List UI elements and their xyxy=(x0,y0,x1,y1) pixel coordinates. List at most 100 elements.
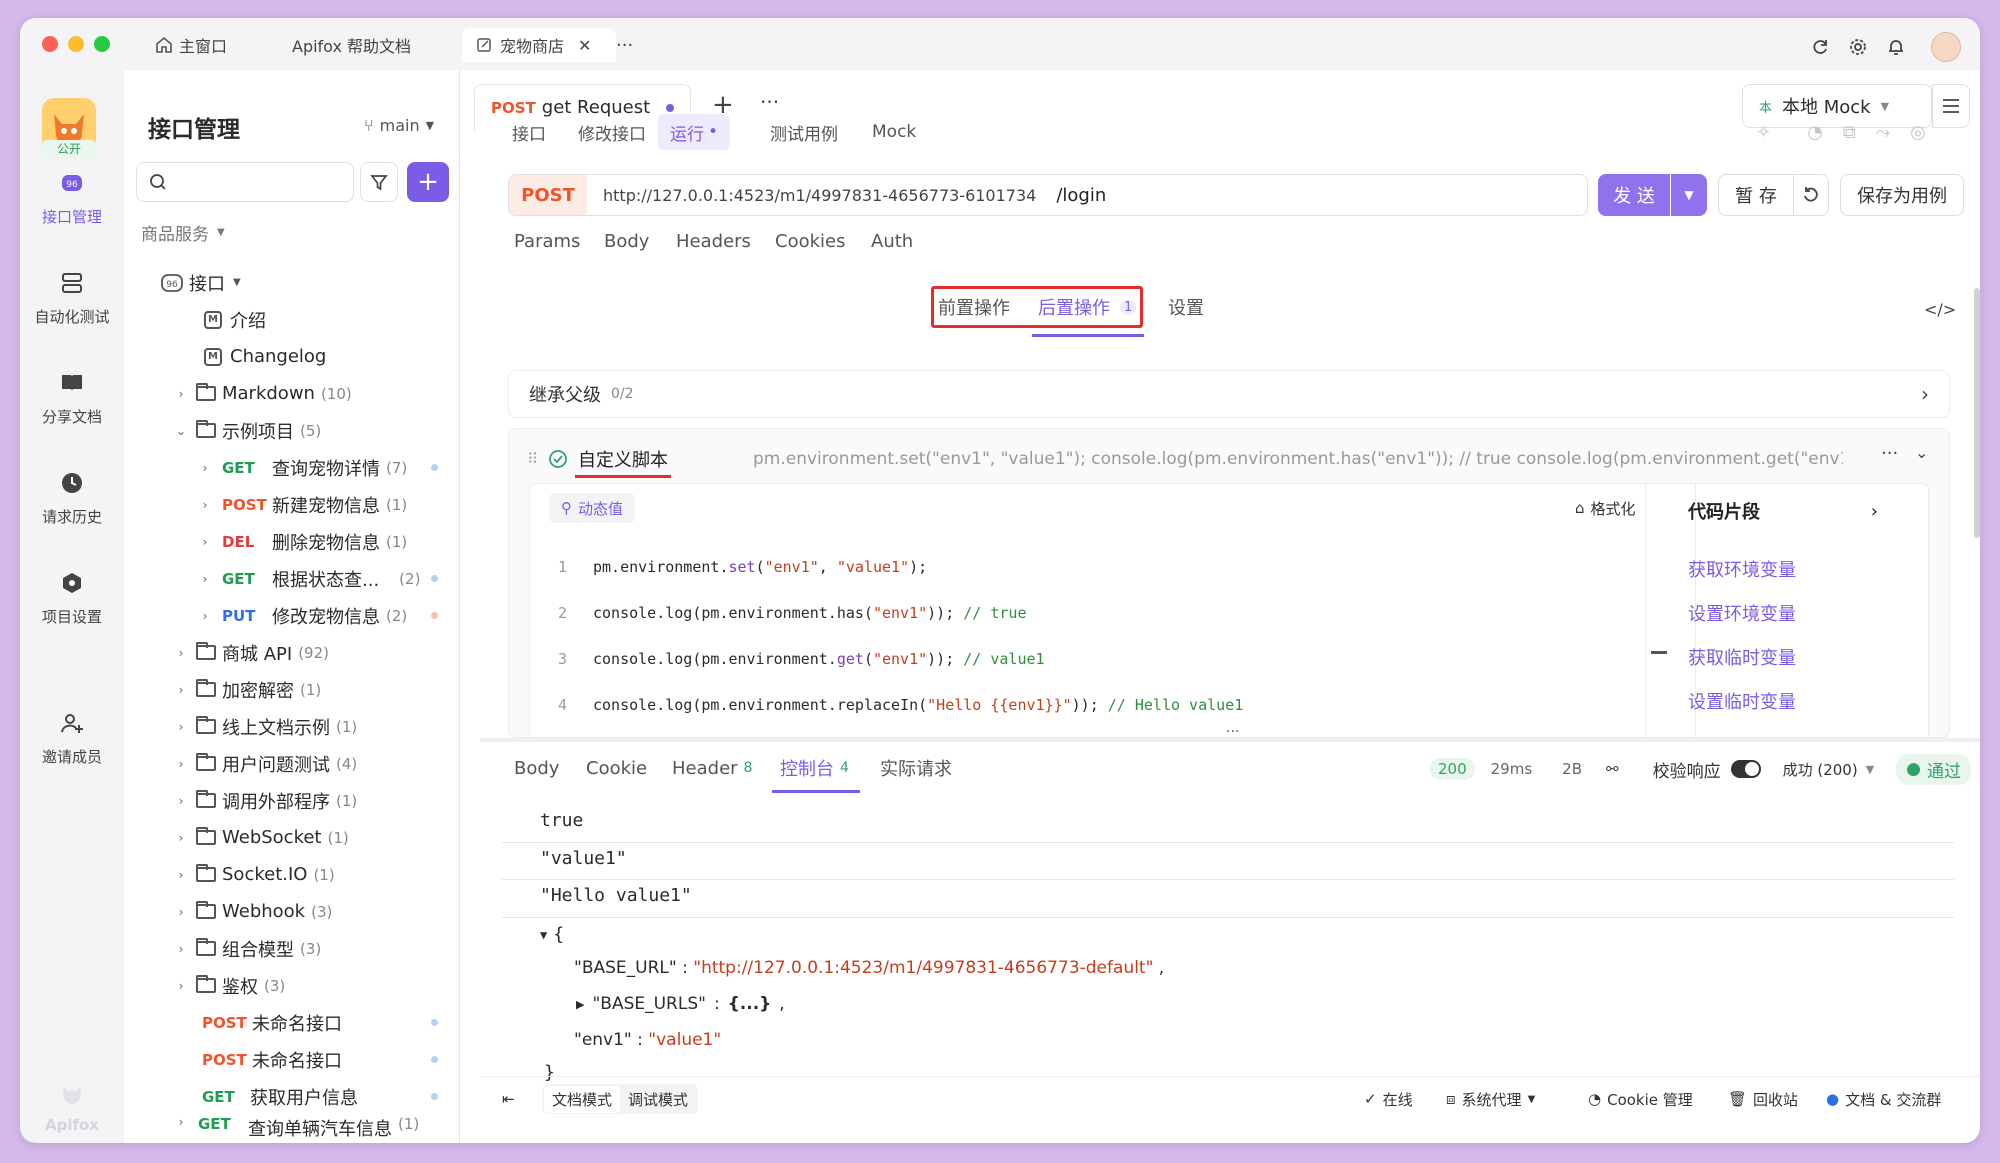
code-lines[interactable]: 1 pm.environment.set("env1", "value1"); 2… xyxy=(527,533,1243,737)
tab-mock[interactable]: Mock xyxy=(860,114,928,150)
more-tabs-button[interactable]: ··· xyxy=(616,28,633,62)
method-select[interactable]: POST xyxy=(509,175,587,215)
nav-project-settings[interactable]: 项目设置 xyxy=(20,570,124,627)
community-button[interactable]: ● 文档 & 交流群 xyxy=(1826,1084,1941,1114)
tree-root[interactable]: 96 接口 ▼ xyxy=(124,264,460,301)
save-as-case-button[interactable]: 保存为用例 xyxy=(1840,174,1964,216)
tree-folder-example[interactable]: ⌄ 示例项目 (5) xyxy=(124,412,460,449)
snippet-get-env[interactable]: 获取环境变量 xyxy=(1688,556,1796,582)
menu-button[interactable] xyxy=(1932,84,1970,128)
tree-endpoint[interactable]: › GET 查询宠物详情 (7) xyxy=(124,449,460,486)
tab-run[interactable]: 运行 • xyxy=(658,114,731,150)
nav-api-management[interactable]: 96 接口管理 xyxy=(20,170,124,227)
proxy-selector[interactable]: ⧈ 系统代理 ▼ xyxy=(1446,1084,1535,1114)
url-path-input[interactable]: /login xyxy=(1056,185,1106,206)
add-button[interactable]: + xyxy=(407,162,449,202)
tab-headers[interactable]: Headers xyxy=(676,220,751,262)
service-group[interactable]: 商品服务 ▼ xyxy=(141,220,225,245)
branch-selector[interactable]: ⑂ main ▼ xyxy=(364,116,434,135)
console-object[interactable]: ▼{ xyxy=(540,924,564,945)
tab-more-button[interactable]: ··· xyxy=(760,90,779,114)
send-dropdown-button[interactable]: ▼ xyxy=(1671,174,1707,216)
resp-tab-cookie[interactable]: Cookie xyxy=(586,748,647,788)
magic-icon[interactable]: ✧ xyxy=(1756,122,1771,143)
tree-folder[interactable]: › WebSocket (1) xyxy=(124,819,460,856)
save-button[interactable]: 暂 存 xyxy=(1718,174,1794,216)
tree-folder[interactable]: › 调用外部程序 (1) xyxy=(124,782,460,819)
bell-icon[interactable] xyxy=(1883,34,1909,60)
tab-body[interactable]: Body xyxy=(604,220,649,262)
tree-endpoint[interactable]: › POST 新建宠物信息 (1) xyxy=(124,486,460,523)
result-select[interactable]: 成功 (200) xyxy=(1783,759,1858,780)
maximize-window-button[interactable] xyxy=(94,36,110,52)
scrollbar[interactable] xyxy=(1974,288,1980,538)
send-button[interactable]: 发 送 xyxy=(1598,174,1670,216)
close-tab-icon[interactable]: ✕ xyxy=(578,36,591,55)
tab-settings[interactable]: 设置 xyxy=(1168,286,1204,328)
doc-mode-button[interactable]: 文档模式 xyxy=(544,1085,621,1113)
tree-folder[interactable]: › Webhook (3) xyxy=(124,893,460,930)
refresh-icon[interactable] xyxy=(1807,34,1833,60)
debug-mode-button[interactable]: 调试模式 xyxy=(620,1086,696,1113)
resize-handle[interactable] xyxy=(1651,651,1667,654)
avatar[interactable] xyxy=(1931,32,1961,62)
tree-endpoint[interactable]: POST 未命名接口 xyxy=(124,1004,460,1041)
inherit-row[interactable]: 继承父级 0/2 › xyxy=(508,370,1950,418)
trash-button[interactable]: 🗑 回收站 xyxy=(1728,1084,1798,1114)
close-window-button[interactable] xyxy=(42,36,58,52)
tab-help-docs[interactable]: Apifox 帮助文档 xyxy=(292,28,411,62)
script-more-button[interactable]: ··· xyxy=(1881,443,1898,464)
tab-api[interactable]: 接口 xyxy=(500,114,558,150)
pie-chart-icon[interactable]: ◔ xyxy=(1807,122,1823,143)
settings-circle-icon[interactable]: ◎ xyxy=(1910,122,1926,143)
tab-post-processors[interactable]: 后置操作 1 xyxy=(1038,286,1137,328)
online-status[interactable]: ✓ 在线 xyxy=(1364,1084,1413,1114)
code-view-icon[interactable]: </> xyxy=(1924,300,1956,319)
tab-edit-api[interactable]: 修改接口 xyxy=(566,114,658,150)
share-icon[interactable]: ⤳ xyxy=(1876,122,1890,143)
collapse-sidebar-icon[interactable]: ⇤ xyxy=(502,1084,515,1114)
reset-button[interactable] xyxy=(1793,174,1829,216)
format-button[interactable]: ⌂ 格式化 xyxy=(1575,493,1636,523)
search-input[interactable] xyxy=(175,173,345,191)
tree-endpoint[interactable]: GET 获取用户信息 xyxy=(124,1078,460,1115)
tab-pre-processors[interactable]: 前置操作 xyxy=(938,286,1010,328)
resp-tab-actual-request[interactable]: 实际请求 xyxy=(880,748,952,788)
tab-cookies[interactable]: Cookies xyxy=(775,220,845,262)
tree-item-changelog[interactable]: M Changelog xyxy=(124,338,460,375)
resp-tab-body[interactable]: Body xyxy=(514,748,559,788)
tree-folder[interactable]: › 组合模型 (3) xyxy=(124,930,460,967)
copy-icon[interactable]: ⧉ xyxy=(1843,122,1856,143)
check-circle-icon[interactable] xyxy=(548,449,568,469)
tree-endpoint[interactable]: › PUT 修改宠物信息 (2) xyxy=(124,597,460,634)
snippet-set-env[interactable]: 设置环境变量 xyxy=(1688,600,1796,626)
share-icon[interactable]: ⚯ xyxy=(1606,760,1619,778)
tab-auth[interactable]: Auth xyxy=(871,220,913,262)
snippets-header[interactable]: 代码片段 › xyxy=(1688,498,1878,524)
snippet-set-temp[interactable]: 设置临时变量 xyxy=(1688,688,1796,714)
tab-params[interactable]: Params xyxy=(514,220,580,262)
validate-toggle[interactable] xyxy=(1730,760,1761,778)
nav-history[interactable]: 请求历史 xyxy=(20,470,124,527)
filter-button[interactable] xyxy=(360,162,398,202)
tree-folder[interactable]: › 线上文档示例 (1) xyxy=(124,708,460,745)
tree-endpoint[interactable]: POST 未命名接口 xyxy=(124,1041,460,1078)
drag-handle-icon[interactable]: ⠿ xyxy=(527,450,538,468)
minimize-window-button[interactable] xyxy=(68,36,84,52)
resp-tab-header[interactable]: Header 8 xyxy=(672,748,752,788)
collapse-icon[interactable]: ⌄ xyxy=(1915,443,1928,462)
tab-main-window[interactable]: 主窗口 xyxy=(155,28,227,62)
tree-endpoint[interactable]: › DEL 删除宠物信息 (1) xyxy=(124,523,460,560)
dynamic-value-button[interactable]: ⚲ 动态值 xyxy=(549,493,636,523)
nav-share-docs[interactable]: 分享文档 xyxy=(20,370,124,427)
nav-auto-test[interactable]: 自动化测试 xyxy=(20,270,124,327)
cookie-manager-button[interactable]: ◔ Cookie 管理 xyxy=(1588,1084,1693,1114)
tree-folder[interactable]: › 鉴权 (3) xyxy=(124,967,460,1004)
tree-folder[interactable]: › 商城 API (92) xyxy=(124,634,460,671)
tree-endpoint[interactable]: › GET 查询单辆汽车信息 (1) xyxy=(124,1115,460,1137)
tree-item-intro[interactable]: M 介绍 xyxy=(124,301,460,338)
nav-invite-members[interactable]: 邀请成员 xyxy=(20,710,124,767)
tree-folder-markdown[interactable]: › Markdown (10) xyxy=(124,375,460,412)
tree-folder[interactable]: › 用户问题测试 (4) xyxy=(124,745,460,782)
tab-test-cases[interactable]: 测试用例 xyxy=(758,114,850,150)
